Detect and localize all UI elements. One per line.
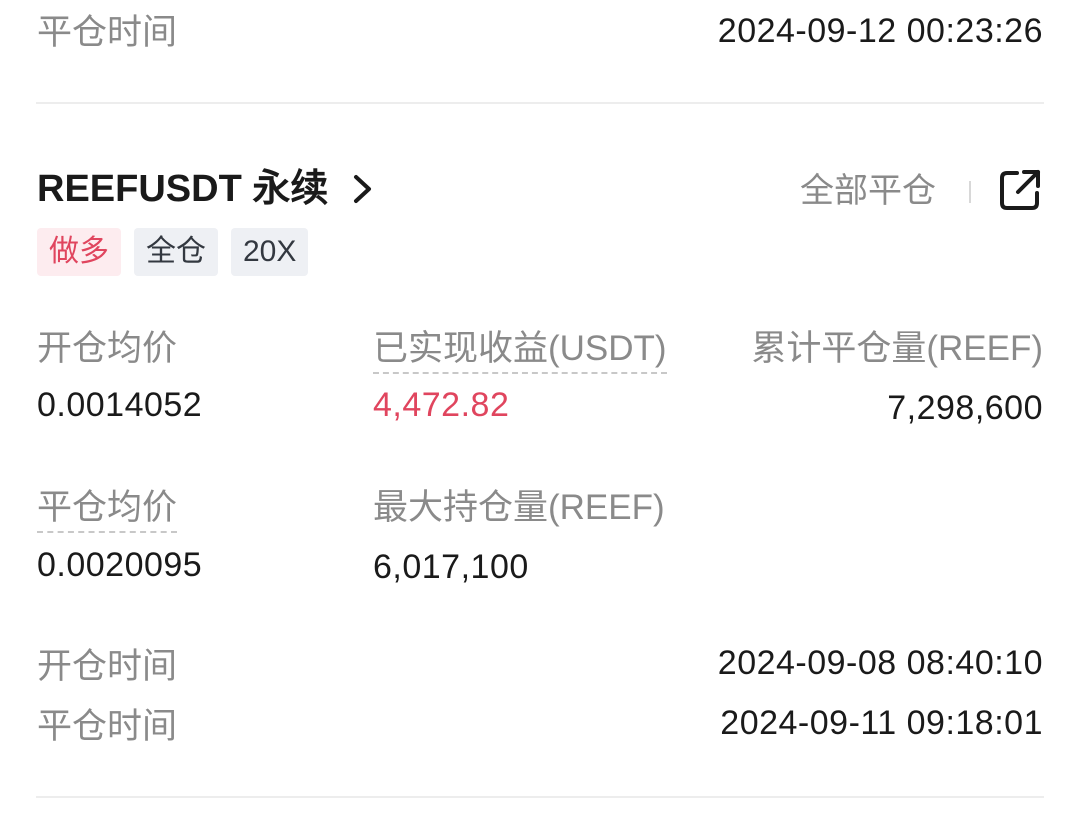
avg-open-price-label: 开仓均价	[37, 329, 178, 368]
total-closed-qty-value: 7,298,600	[887, 389, 1043, 427]
open-time-value: 2024-09-08 08:40:10	[717, 644, 1043, 682]
close-all-button[interactable]: 全部平仓	[800, 170, 936, 212]
avg-close-price-label[interactable]: 平仓均价	[37, 487, 178, 533]
side-tag: 做多	[37, 228, 121, 276]
open-time-label: 开仓时间	[37, 647, 178, 686]
close-time-value: 2024-09-11 09:18:01	[720, 704, 1043, 742]
total-closed-qty-label: 累计平仓量(REEF)	[751, 329, 1043, 368]
realized-pnl-label[interactable]: 已实现收益(USDT)	[373, 328, 667, 374]
avg-close-price-value: 0.0020095	[37, 546, 203, 584]
symbol-title-link[interactable]: REEFUSDT 永续	[37, 166, 376, 212]
max-position-label: 最大持仓量(REEF)	[373, 488, 665, 527]
divider-top	[36, 102, 1044, 104]
leverage-tag: 20X	[231, 228, 309, 276]
close-time-label: 平仓时间	[37, 707, 178, 746]
header-separator	[969, 181, 971, 203]
symbol-title: REEFUSDT 永续	[37, 168, 329, 210]
realized-pnl-value: 4,472.82	[373, 386, 510, 424]
margin-mode-tag: 全仓	[134, 228, 218, 276]
divider-bottom	[36, 796, 1044, 798]
chevron-right-icon	[354, 175, 372, 203]
avg-open-price-value: 0.0014052	[37, 386, 203, 424]
prev-close-time-label: 平仓时间	[37, 13, 178, 52]
share-external-icon[interactable]	[998, 168, 1042, 212]
max-position-value: 6,017,100	[373, 548, 529, 586]
prev-close-time-value: 2024-09-12 00:23:26	[717, 12, 1043, 50]
